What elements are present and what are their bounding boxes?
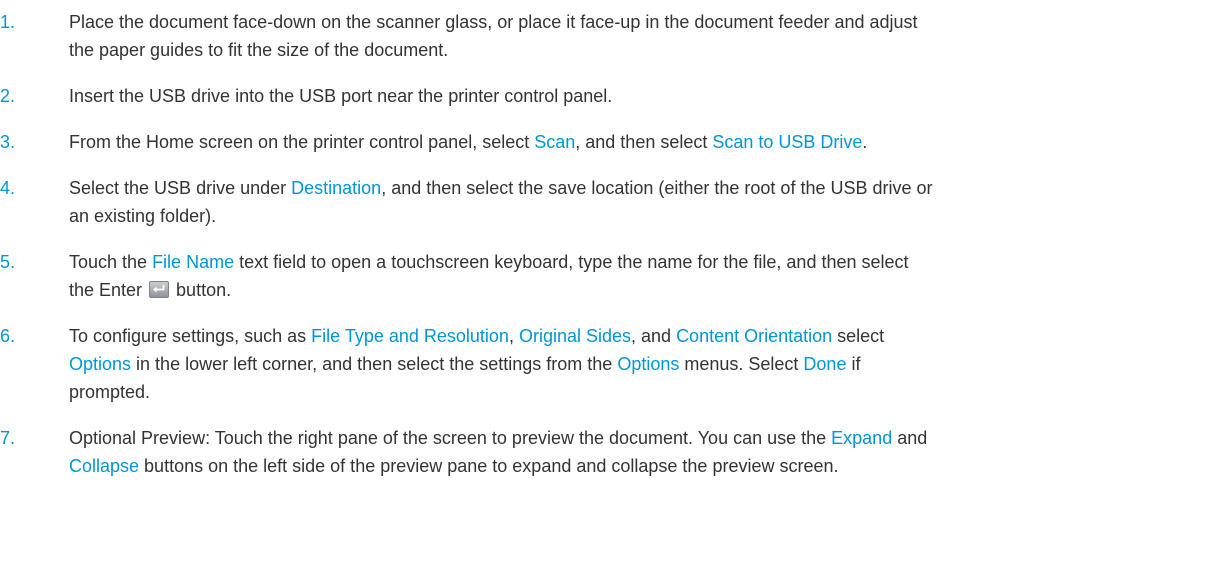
step-number: 1. (0, 12, 16, 32)
step-text-segment: prompted. (69, 382, 151, 402)
options-link: Options (69, 354, 132, 374)
step-text-line: the paper guides to fit the size of the … (69, 40, 449, 60)
step-text-segment: , and then select the save location (eit… (381, 178, 933, 198)
step-text: Touch the File Name text field to open a… (69, 248, 1205, 304)
original-sides-link: Original Sides (518, 326, 632, 346)
step-text-segment: Touch the (69, 252, 153, 272)
step-text-line: Insert the USB drive into the USB port n… (69, 86, 613, 106)
step-text-segment: menus. Select (679, 354, 804, 374)
options-menus-link: Options (617, 354, 680, 374)
step-text: Optional Preview: Touch the right pane o… (69, 424, 1205, 480)
step-text: Place the document face-down on the scan… (69, 8, 1205, 64)
step-text-segment: From the Home screen on the printer cont… (69, 132, 535, 152)
enter-key-icon (149, 281, 170, 298)
step-text: To configure settings, such as File Type… (69, 322, 1205, 406)
step-number: 4. (0, 178, 16, 198)
done-link: Done (803, 354, 847, 374)
scan-link: Scan (534, 132, 576, 152)
scan-to-usb-steps: 1. Place the document face-down on the s… (0, 0, 1220, 565)
destination-link: Destination (291, 178, 382, 198)
step-text-segment: button. (171, 280, 232, 300)
expand-link: Expand (831, 428, 893, 448)
step-text-segment: and (892, 428, 928, 448)
step-number: 6. (0, 326, 16, 346)
step-number: 7. (0, 428, 16, 448)
step-text-segment: in the lower left corner, and then selec… (131, 354, 618, 374)
content-orientation-link: Content Orientation (676, 326, 833, 346)
file-type-and-resolution-link: File Type and Resolution (311, 326, 509, 346)
step-number: 3. (0, 132, 16, 152)
step-text-segment: , and (631, 326, 677, 346)
step-number: 5. (0, 252, 16, 272)
step-text-segment: , and then select (575, 132, 713, 152)
scan-to-usb-drive-link: Scan to USB Drive (712, 132, 863, 152)
step-text-segment: select (832, 326, 885, 346)
collapse-link: Collapse (69, 456, 140, 476)
step-text-segment: . (862, 132, 868, 152)
step-text-segment: Select the USB drive under (69, 178, 292, 198)
step-text: Insert the USB drive into the USB port n… (69, 82, 1205, 110)
step-text-segment: To configure settings, such as (69, 326, 312, 346)
step-text-segment: , (508, 326, 519, 346)
step-text-segment: text field to open a touchscreen keyboar… (234, 252, 909, 272)
step-text-segment: if (846, 354, 861, 374)
step-number: 2. (0, 86, 16, 106)
step-text-segment: Optional Preview: Touch the right pane o… (69, 428, 832, 448)
step-text: Select the USB drive under Destination, … (69, 174, 1205, 230)
step-text-line: Place the document face-down on the scan… (69, 12, 918, 32)
step-text: From the Home screen on the printer cont… (69, 128, 1205, 156)
step-text-segment: buttons on the left side of the preview … (139, 456, 839, 476)
file-name-link: File Name (152, 252, 235, 272)
step-text-segment: an existing folder). (69, 206, 217, 226)
step-text-segment: the Enter (69, 280, 148, 300)
